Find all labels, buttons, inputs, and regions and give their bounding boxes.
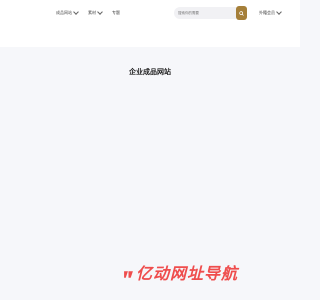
nav-item-materials[interactable]: 素材 [88,9,103,16]
search-input[interactable] [174,7,236,19]
chevron-down-icon [97,9,103,15]
logo-icon [124,270,133,278]
header-bar: 成品网站 素材 专题 外籍会员 [0,0,300,47]
nav-item-label: 专题 [112,10,120,15]
nav-item-websites[interactable]: 成品网站 [56,9,79,16]
search-button[interactable] [236,6,247,20]
search-icon [239,10,244,16]
nav-item-label: 成品网站 [56,10,72,15]
watermark: 亿动网址导航 [123,265,238,283]
language-selector[interactable]: 外籍会员 [259,9,282,16]
chevron-down-icon [73,9,79,15]
watermark-text: 亿动网址导航 [136,264,239,283]
page-title: 企业成品网站 [129,68,171,76]
nav-item-topics[interactable]: 专题 [112,10,120,16]
search-bar [174,6,247,20]
nav-item-label: 素材 [88,10,96,15]
chevron-down-icon [276,9,282,15]
page: 成品网站 素材 专题 外籍会员 企业成品网站 [0,0,300,300]
top-nav: 成品网站 素材 专题 [56,9,120,16]
language-label: 外籍会员 [259,10,275,15]
